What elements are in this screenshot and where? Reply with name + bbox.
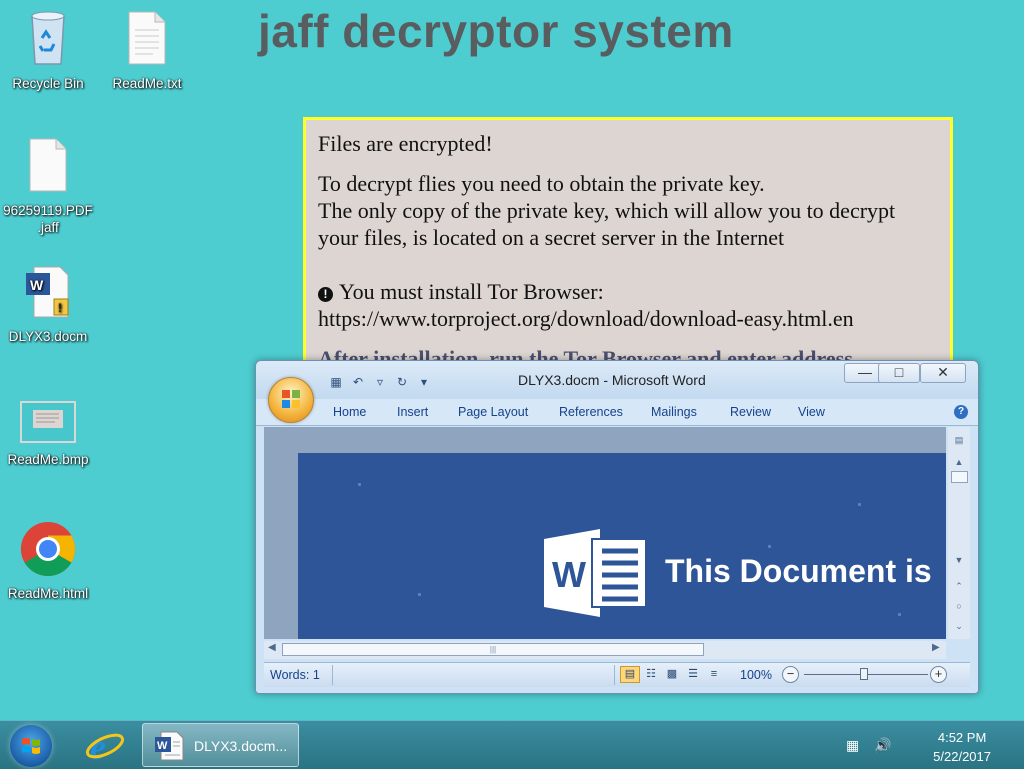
redo-icon[interactable]: ↻	[394, 374, 410, 390]
taskbar: e W DLYX3.docm... ▦ 🔊 4:52 PM 5/22/2017	[0, 720, 1024, 769]
taskbar-item-word[interactable]: W DLYX3.docm...	[142, 723, 299, 767]
network-icon[interactable]: ▦	[846, 737, 864, 753]
office-button[interactable]	[268, 377, 314, 423]
next-page-icon[interactable]: ⌄	[951, 619, 967, 633]
windows-logo-icon	[22, 738, 40, 754]
customize-qat-icon[interactable]: ▾	[416, 374, 432, 390]
vertical-scroll-thumb[interactable]	[951, 471, 968, 483]
outline-view-icon[interactable]: ☰	[683, 666, 703, 683]
ribbon-tabs: Home Insert Page Layout References Maili…	[256, 399, 978, 426]
desktop-icon-label: ReadMe.html	[7, 586, 89, 601]
tab-references[interactable]: References	[559, 405, 623, 419]
web-layout-icon[interactable]: ▩	[662, 666, 682, 683]
horizontal-scroll-thumb[interactable]: |||	[282, 643, 704, 656]
recycle-bin-icon	[31, 11, 65, 65]
desktop-icon-label: DLYX3.docm	[8, 329, 88, 344]
desktop-icon-label: ReadMe.txt	[112, 76, 182, 91]
desktop-icon-label: Recycle Bin	[12, 76, 84, 91]
word-titlebar[interactable]: ▦ ↶ ▿ ↻ ▾ DLYX3.docm - Microsoft Word — …	[256, 361, 978, 399]
tab-page-layout[interactable]: Page Layout	[458, 405, 528, 419]
note-line: your files, is located on a secret serve…	[318, 225, 785, 250]
save-icon[interactable]: ▦	[328, 374, 344, 390]
tab-review[interactable]: Review	[730, 405, 771, 419]
zoom-level[interactable]: 100%	[740, 668, 772, 682]
tab-insert[interactable]: Insert	[397, 405, 428, 419]
text-file-icon	[128, 11, 166, 65]
draft-view-icon[interactable]: ≡	[704, 666, 724, 683]
zoom-slider-thumb[interactable]	[860, 668, 868, 680]
scroll-up-icon[interactable]: ▲	[951, 455, 967, 469]
undo-dropdown-icon[interactable]: ▿	[372, 374, 388, 390]
zoom-in-button[interactable]: +	[930, 666, 947, 683]
note-line: You must install Tor Browser:	[339, 279, 604, 304]
desktop-icon-recycle-bin[interactable]: Recycle Bin	[0, 8, 96, 92]
scroll-right-icon[interactable]: ▶	[932, 642, 940, 653]
word-macro-doc-icon: W !	[26, 266, 69, 318]
taskbar-item-label: DLYX3.docm...	[194, 738, 288, 754]
note-paragraph: To decrypt flies you need to obtain the …	[318, 170, 950, 251]
note-line: To decrypt flies you need to obtain the …	[318, 171, 765, 196]
close-button[interactable]: ✕	[920, 363, 966, 383]
document-text: This Document is	[665, 553, 932, 589]
start-button[interactable]	[10, 725, 52, 767]
desktop-icon-readme-bmp[interactable]: ReadMe.bmp	[0, 400, 96, 468]
horizontal-scrollbar[interactable]: ◀ ||| ▶	[264, 641, 946, 659]
quick-access-toolbar: ▦ ↶ ▿ ↻ ▾	[328, 373, 432, 391]
ruler-toggle-icon[interactable]: ▤	[951, 433, 967, 447]
svg-text:W: W	[157, 740, 168, 752]
tab-home[interactable]: Home	[333, 405, 366, 419]
scroll-down-icon[interactable]: ▼	[951, 553, 967, 567]
undo-icon[interactable]: ↶	[350, 374, 366, 390]
desktop-icon-label: .jaff	[37, 220, 59, 235]
blank-file-icon	[29, 138, 67, 192]
word-logo-icon: W	[544, 529, 647, 617]
note-line: Files are encrypted!	[318, 131, 493, 156]
full-screen-reading-icon[interactable]: ☷	[641, 666, 661, 683]
info-icon: !	[318, 287, 333, 302]
system-tray: ▦ 🔊 4:52 PM 5/22/2017	[844, 721, 1024, 769]
scroll-left-icon[interactable]: ◀	[268, 642, 276, 653]
clock-date: 5/22/2017	[933, 749, 991, 764]
print-layout-icon[interactable]: ▤	[620, 666, 640, 683]
word-doc-icon: W	[155, 731, 184, 761]
document-area[interactable]: W This Document is	[264, 427, 946, 639]
maximize-button[interactable]: □	[878, 363, 920, 383]
bitmap-file-icon	[20, 401, 76, 443]
desktop-icon-label: 96259119.PDF	[3, 203, 93, 218]
help-icon[interactable]: ?	[954, 405, 968, 419]
desktop-icon-dlyx3-docm[interactable]: W ! DLYX3.docm	[0, 263, 96, 345]
volume-icon[interactable]: 🔊	[874, 737, 892, 753]
document-page[interactable]: W This Document is	[298, 453, 946, 639]
note-line: The only copy of the private key, which …	[318, 198, 896, 223]
window-title: DLYX3.docm - Microsoft Word	[518, 372, 706, 388]
desktop-icon-pdf-jaff[interactable]: 96259119.PDF .jaff	[0, 135, 96, 236]
zoom-out-button[interactable]: −	[782, 666, 799, 683]
chrome-icon	[20, 522, 76, 577]
ransom-note: Files are encrypted! To decrypt flies yo…	[303, 117, 953, 377]
tab-mailings[interactable]: Mailings	[651, 405, 697, 419]
word-window[interactable]: ▦ ↶ ▿ ↻ ▾ DLYX3.docm - Microsoft Word — …	[255, 360, 979, 694]
status-bar: Words: 1 ▤ ☷ ▩ ☰ ≡ 100% − +	[264, 662, 970, 687]
select-browse-object-icon[interactable]: ○	[951, 599, 967, 613]
previous-page-icon[interactable]: ⌃	[951, 579, 967, 593]
word-count[interactable]: Words: 1	[270, 668, 320, 682]
office-logo-icon	[282, 390, 300, 408]
clock[interactable]: 4:52 PM 5/22/2017	[933, 728, 991, 766]
wallpaper-title: jaff decryptor system	[258, 5, 734, 57]
tor-url: https://www.torproject.org/download/down…	[318, 306, 854, 331]
desktop-icon-readme-txt[interactable]: ReadMe.txt	[99, 8, 195, 92]
svg-text:!: !	[58, 301, 62, 315]
svg-text:W: W	[30, 277, 44, 293]
desktop-icon-readme-html[interactable]: ReadMe.html	[0, 520, 96, 602]
vertical-scrollbar[interactable]: ▤ ▲ ▼ ⌃ ○ ⌄	[948, 427, 970, 639]
clock-time: 4:52 PM	[937, 730, 987, 745]
view-buttons: ▤ ☷ ▩ ☰ ≡	[620, 666, 724, 683]
internet-explorer-icon[interactable]: e	[84, 725, 126, 765]
note-paragraph: ! You must install Tor Browser: https://w…	[318, 278, 950, 332]
svg-text:W: W	[552, 554, 586, 595]
desktop-icon-label: ReadMe.bmp	[7, 452, 89, 467]
tab-view[interactable]: View	[798, 405, 825, 419]
